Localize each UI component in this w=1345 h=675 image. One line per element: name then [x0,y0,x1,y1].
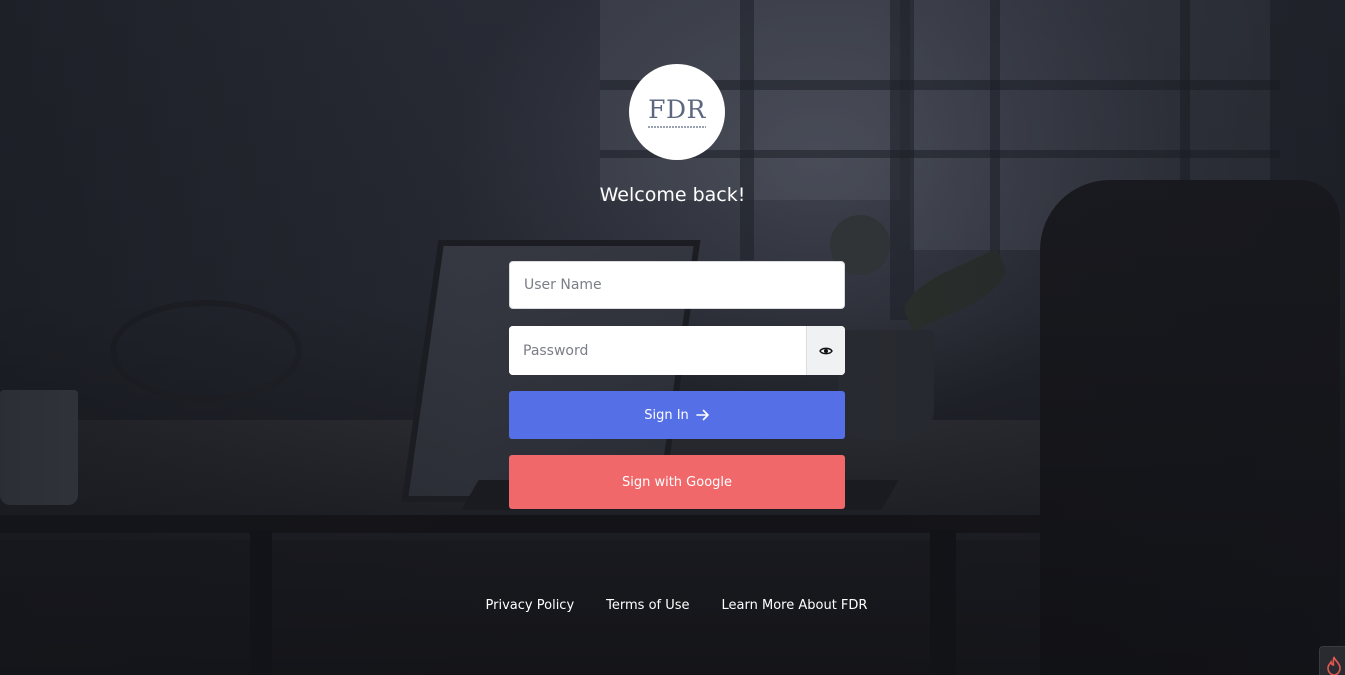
logo-tagline-line [648,125,706,128]
privacy-policy-link[interactable]: Privacy Policy [486,598,575,613]
footer-links: Privacy Policy Terms of Use Learn More A… [4,598,1345,613]
corner-widget-button[interactable] [1319,646,1345,675]
username-input[interactable] [509,261,845,309]
flame-icon [1327,656,1341,675]
sign-in-with-google-button[interactable]: Sign with Google [509,455,845,509]
terms-of-use-link[interactable]: Terms of Use [606,598,689,613]
learn-more-link[interactable]: Learn More About FDR [722,598,868,613]
show-password-button[interactable] [806,326,845,375]
welcome-title: Welcome back! [599,184,746,206]
password-field [509,326,845,375]
arrow-right-icon [695,409,709,421]
password-input[interactable] [509,326,806,375]
login-page: FDR Welcome back! Sign In Sign with Goog… [0,0,1345,675]
logo-text: FDR [648,94,706,124]
sign-in-label: Sign In [644,407,689,423]
google-sign-in-label: Sign with Google [621,474,733,490]
sign-in-button[interactable]: Sign In [509,391,845,439]
eye-icon [819,347,833,354]
brand-logo: FDR [629,64,725,160]
